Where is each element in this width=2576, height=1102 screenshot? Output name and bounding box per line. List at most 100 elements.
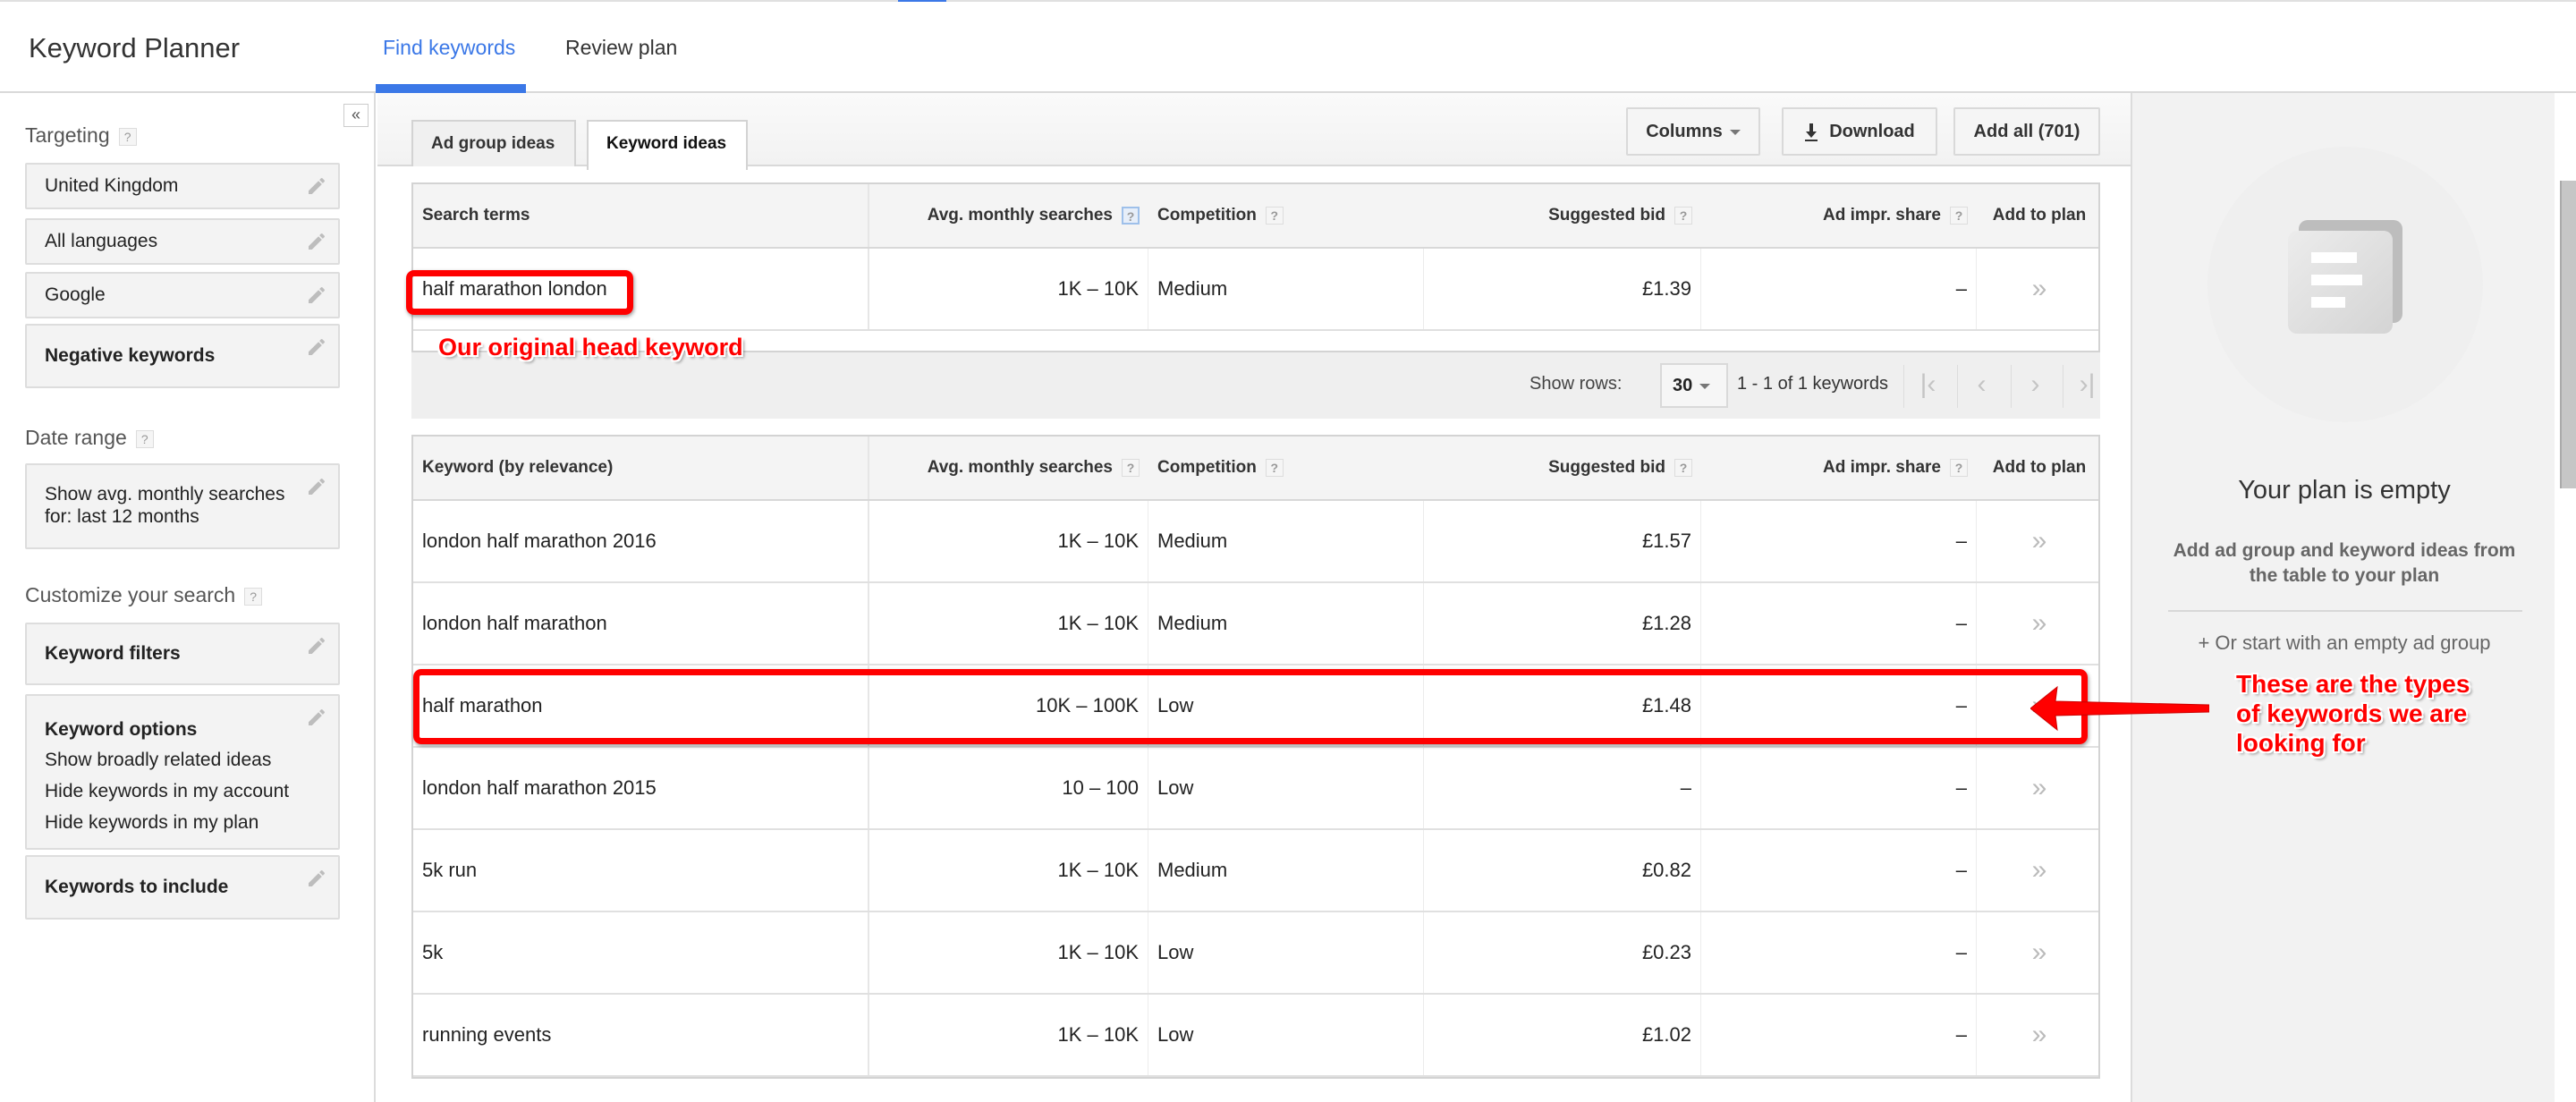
negative-keywords[interactable]: Negative keywords xyxy=(25,324,340,388)
competition-cell: Medium xyxy=(1148,249,1424,329)
tab-keyword-ideas[interactable]: Keyword ideas xyxy=(587,120,748,170)
add-to-plan-chevron-icon[interactable]: » xyxy=(2032,274,2047,304)
help-icon[interactable]: ? xyxy=(1674,207,1692,225)
rows-per-page-select[interactable]: 30 xyxy=(1660,363,1728,408)
keyword-cell: 5k run xyxy=(413,830,869,911)
competition-cell: Low xyxy=(1148,665,1424,746)
header-search-terms[interactable]: Search terms xyxy=(413,184,869,247)
rows-value: 30 xyxy=(1673,376,1693,395)
date-range-line: Show avg. monthly searches xyxy=(45,484,285,504)
help-icon[interactable]: ? xyxy=(135,429,154,448)
keyword-options[interactable]: Keyword options Show broadly related ide… xyxy=(25,694,340,850)
help-icon[interactable]: ? xyxy=(1950,207,1968,225)
annotation-line: looking for xyxy=(2236,729,2366,757)
network-value: Google xyxy=(45,284,106,305)
help-icon[interactable]: ? xyxy=(118,127,137,146)
targeting-location[interactable]: United Kingdom xyxy=(25,163,340,209)
header-competition[interactable]: Competition? xyxy=(1148,437,1424,499)
active-tab-indicator xyxy=(376,84,526,93)
columns-button[interactable]: Columns xyxy=(1626,107,1760,156)
start-empty-ad-group-link[interactable]: + Or start with an empty ad group xyxy=(2132,632,2556,655)
keyword-ideas-body: london half marathon 2016 1K – 10K Medium £… xyxy=(413,501,2098,1077)
caret-down-icon xyxy=(1729,129,1741,135)
table-row: london half marathon 2016 1K – 10K Medium £… xyxy=(413,501,2098,583)
add-to-plan-chevron-icon[interactable]: » xyxy=(2032,855,2047,886)
tab-find-keywords[interactable]: Find keywords xyxy=(383,36,515,60)
keyword-option: Show broadly related ideas xyxy=(45,750,272,770)
add-to-plan-chevron-icon[interactable]: » xyxy=(2032,1020,2047,1050)
header-competition[interactable]: Competition? xyxy=(1148,184,1424,247)
keywords-to-include-label: Keywords to include xyxy=(45,877,229,897)
help-icon[interactable]: ? xyxy=(1674,459,1692,477)
date-range-line: for: last 12 months xyxy=(45,506,199,527)
plan-panel: Your plan is empty Add ad group and keyw… xyxy=(2131,93,2555,1102)
keyword-option: Hide keywords in my account xyxy=(45,781,290,801)
keyword-options-title: Keyword options xyxy=(45,719,198,740)
tab-ad-group-ideas[interactable]: Ad group ideas xyxy=(411,120,576,166)
next-page-button[interactable]: › xyxy=(2011,365,2059,408)
keyword-cell: half marathon xyxy=(413,665,869,746)
header-keyword[interactable]: Keyword (by relevance) xyxy=(413,437,869,499)
show-rows-label: Show rows: xyxy=(1530,374,1623,394)
add-to-plan-cell: » xyxy=(1977,748,2102,828)
searches-cell: 1K – 10K xyxy=(869,501,1148,581)
annotation-head-keyword: Our original head keyword xyxy=(438,334,743,360)
targeting-language[interactable]: All languages xyxy=(25,218,340,265)
header-avg-monthly-searches[interactable]: Avg. monthly searches? xyxy=(869,184,1148,247)
table-row: half marathon10K – 100KLow£1.48–» xyxy=(413,665,2098,748)
keyword-option: Hide keywords in my plan xyxy=(45,812,259,833)
app-title: Keyword Planner xyxy=(29,32,241,64)
first-page-icon: |‹ xyxy=(1919,369,1936,399)
help-icon[interactable]: ? xyxy=(1122,459,1140,477)
targeting-network[interactable]: Google xyxy=(25,272,340,318)
add-to-plan-chevron-icon[interactable]: » xyxy=(2032,526,2047,556)
help-icon[interactable]: ? xyxy=(1265,207,1284,225)
keyword-cell: running events xyxy=(413,995,869,1075)
last-page-button[interactable]: ›| xyxy=(2063,365,2111,408)
header-ad-impr-share[interactable]: Ad impr. share? xyxy=(1701,437,1977,499)
help-icon[interactable]: ? xyxy=(1950,459,1968,477)
download-icon xyxy=(1805,123,1818,141)
keyword-filters-label: Keyword filters xyxy=(45,643,181,664)
collapse-sidebar-button[interactable]: « xyxy=(343,104,369,127)
download-button[interactable]: Download xyxy=(1782,107,1937,156)
location-value: United Kingdom xyxy=(45,175,179,196)
help-icon[interactable]: ? xyxy=(1265,459,1284,477)
main-content: Ad group ideas Keyword ideas Columns Dow… xyxy=(377,93,2131,1102)
header-ad-impr-share[interactable]: Ad impr. share? xyxy=(1701,184,1977,247)
impr-share-cell: – xyxy=(1701,912,1977,993)
pagination-count: 1 - 1 of 1 keywords xyxy=(1737,374,1888,394)
add-to-plan-chevron-icon[interactable]: » xyxy=(2032,937,2047,968)
header-avg-monthly-searches[interactable]: Avg. monthly searches? xyxy=(869,437,1148,499)
help-icon[interactable]: ? xyxy=(244,587,263,606)
keyword-cell: london half marathon xyxy=(413,583,869,664)
header-suggested-bid[interactable]: Suggested bid? xyxy=(1424,437,1701,499)
header-suggested-bid[interactable]: Suggested bid? xyxy=(1424,184,1701,247)
annotation-arrow-icon xyxy=(2030,685,2209,732)
add-to-plan-chevron-icon[interactable]: » xyxy=(2032,773,2047,803)
tab-review-plan[interactable]: Review plan xyxy=(565,36,677,60)
chevron-right-icon: › xyxy=(2030,369,2040,399)
keyword-filters[interactable]: Keyword filters xyxy=(25,623,340,685)
add-all-button[interactable]: Add all (701) xyxy=(1953,107,2100,156)
date-range-selector[interactable]: Show avg. monthly searches for: last 12 … xyxy=(25,463,340,549)
plan-empty-description: Add ad group and keyword ideas from the … xyxy=(2173,540,2516,586)
keywords-to-include[interactable]: Keywords to include xyxy=(25,855,340,920)
first-page-button[interactable]: |‹ xyxy=(1903,365,1952,408)
searches-cell: 10K – 100K xyxy=(869,665,1148,746)
impr-share-cell: – xyxy=(1701,830,1977,911)
table-row: london half marathon 2015 10 – 100 Low – –» xyxy=(413,748,2098,830)
help-icon[interactable]: ? xyxy=(1122,207,1140,225)
keyword-cell: london half marathon 2016 xyxy=(413,501,869,581)
scrollbar-thumb[interactable] xyxy=(2560,181,2576,488)
chevron-left-icon: ‹ xyxy=(1977,369,1987,399)
searches-cell: 1K – 10K xyxy=(869,249,1148,329)
header-label: Suggested bid xyxy=(1548,206,1665,225)
pencil-icon xyxy=(309,478,326,495)
searches-cell: 1K – 10K xyxy=(869,830,1148,911)
impr-share-cell: – xyxy=(1701,995,1977,1075)
table-header: Keyword (by relevance) Avg. monthly sear… xyxy=(413,437,2098,501)
add-to-plan-chevron-icon[interactable]: » xyxy=(2032,608,2047,639)
targeting-label: Targeting xyxy=(25,123,110,147)
prev-page-button[interactable]: ‹ xyxy=(1957,365,2005,408)
